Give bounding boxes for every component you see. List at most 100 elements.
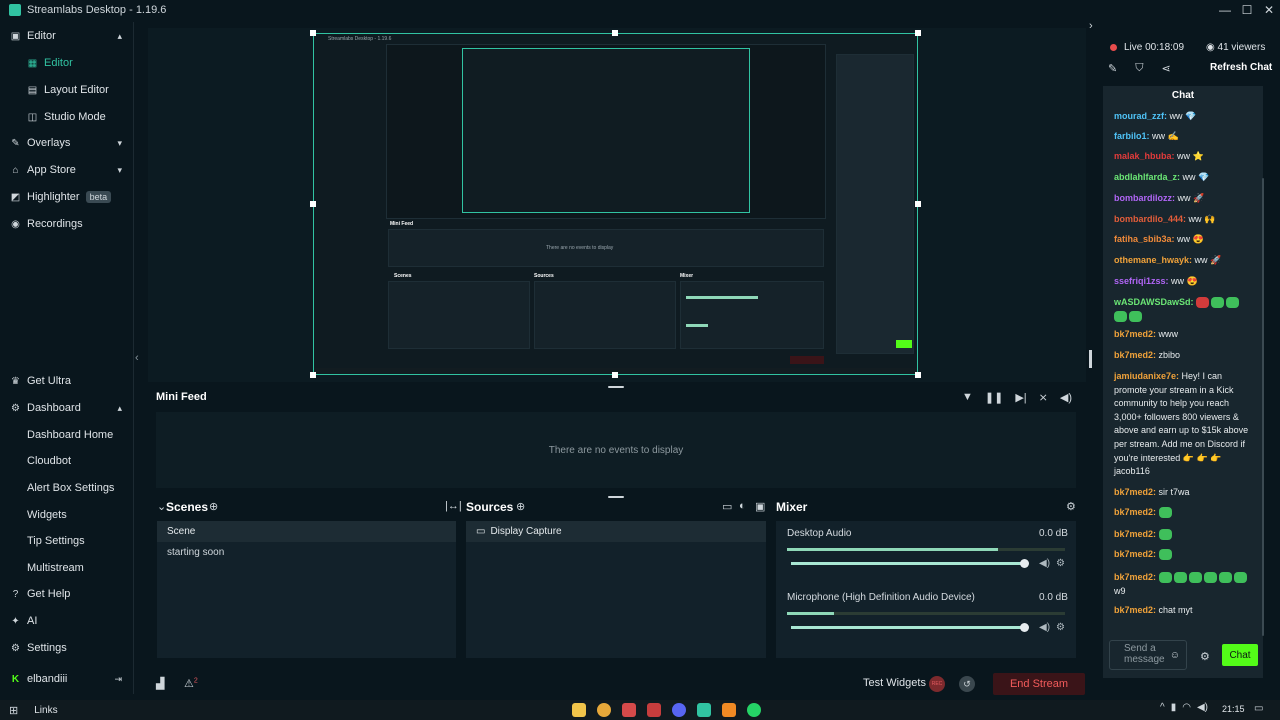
close-button[interactable]: ✕ — [1258, 0, 1280, 20]
chat-username[interactable]: wASDAWSDawSd: — [1114, 297, 1194, 307]
resize-handle-t[interactable] — [612, 30, 618, 36]
source-folder-icon[interactable]: ▣ — [755, 500, 765, 513]
mixer-settings-icon[interactable]: ⚙ — [1066, 500, 1076, 513]
resize-handle-r[interactable] — [915, 201, 921, 207]
resize-handle-tr[interactable] — [915, 30, 921, 36]
capcut-icon[interactable] — [622, 703, 636, 717]
test-widgets-button[interactable]: Test Widgets — [863, 677, 926, 689]
add-source-icon[interactable]: ⊕ — [516, 500, 525, 513]
collapse-scenes-icon[interactable]: ⌄ — [157, 500, 166, 513]
wifi-icon[interactable]: ◠ — [1182, 702, 1191, 713]
chat-username[interactable]: othemane_hwayk: — [1114, 255, 1192, 265]
chat-username[interactable]: bk7med2: — [1114, 605, 1156, 615]
sidebar-item-editor[interactable]: ▦ Editor — [0, 51, 134, 75]
chat-scrollbar[interactable] — [1262, 178, 1264, 636]
desktop-audio-settings-icon[interactable]: ⚙ — [1056, 558, 1065, 569]
sidebar-item-dashboard[interactable]: ⚙ Dashboard ▴ — [0, 396, 134, 420]
sidebar-item-studio-mode[interactable]: ◫ Studio Mode — [0, 105, 134, 129]
resize-handle-tl[interactable] — [310, 30, 316, 36]
scene-collection-header[interactable]: Scene — [157, 521, 456, 542]
source-group-icon[interactable]: ▭ — [722, 500, 732, 513]
sidebar-item-app-store[interactable]: ⌂ App Store ▾ — [0, 158, 134, 182]
chat-username[interactable]: bk7med2: — [1114, 329, 1156, 339]
windows-start-icon[interactable]: ⊞ — [9, 704, 18, 717]
volume-icon[interactable]: ◀) — [1060, 391, 1072, 404]
chat-username[interactable]: bk7med2: — [1114, 529, 1156, 539]
slider-knob[interactable] — [1020, 559, 1029, 568]
skip-icon[interactable]: ▶| — [1015, 391, 1026, 404]
streamlabs-taskbar-icon[interactable] — [697, 703, 711, 717]
scene-transitions-icon[interactable]: |↔| — [445, 500, 462, 512]
display-capture-source[interactable]: Streamlabs Desktop - 1.19.6 Mini Feed Th… — [313, 33, 918, 375]
mute-alerts-icon[interactable]: ⨯ — [1039, 391, 1048, 404]
add-scene-icon[interactable]: ⊕ — [209, 500, 218, 513]
chat-username[interactable]: bk7med2: — [1114, 350, 1156, 360]
resize-handle-bl[interactable] — [310, 372, 316, 378]
volume-tray-icon[interactable]: ◀) — [1197, 702, 1208, 713]
sidebar-item-overlays[interactable]: ✎ Overlays ▾ — [0, 131, 134, 155]
chat-username[interactable]: mourad_zzf: — [1114, 111, 1167, 121]
sidebar-item-get-help[interactable]: ? Get Help — [0, 582, 134, 606]
chat-username[interactable]: bk7med2: — [1114, 572, 1156, 582]
collapse-chat-icon[interactable]: › — [1089, 20, 1093, 32]
battery-icon[interactable]: ▮ — [1171, 702, 1177, 713]
sidebar-item-tip-settings[interactable]: Tip Settings — [0, 529, 134, 553]
sidebar-item-get-ultra[interactable]: ♛ Get Ultra — [0, 369, 134, 393]
desktop-audio-mute-icon[interactable]: ◀) — [1039, 558, 1050, 569]
chat-username[interactable]: abdlahlfarda_z: — [1114, 172, 1180, 182]
logout-icon[interactable]: ⇥ — [114, 674, 122, 685]
sidebar-item-highlighter[interactable]: ◩ Highlighter beta — [0, 185, 134, 209]
filter-icon[interactable]: ▼ — [962, 391, 973, 404]
alert-icon[interactable]: ⚠2 — [184, 677, 198, 690]
slider-knob[interactable] — [1020, 623, 1029, 632]
chat-username[interactable]: bk7med2: — [1114, 507, 1156, 517]
record-button[interactable]: REC — [929, 676, 945, 692]
sidebar-item-editor-group[interactable]: ▣ Editor ▴ — [0, 24, 134, 48]
performance-icon[interactable]: ▟ — [156, 677, 164, 690]
sidebar-item-multistream[interactable]: Multistream — [0, 556, 134, 580]
file-explorer-icon[interactable] — [572, 703, 586, 717]
sidebar-item-settings[interactable]: ⚙ Settings — [0, 636, 134, 660]
microphone-settings-icon[interactable]: ⚙ — [1056, 622, 1065, 633]
sidebar-item-widgets[interactable]: Widgets — [0, 503, 134, 527]
share-icon[interactable]: ⋖ — [1161, 62, 1170, 75]
source-hide-icon[interactable]: ◐ — [739, 500, 746, 512]
desktop-audio-volume-slider[interactable] — [791, 559, 1029, 568]
resize-divider[interactable] — [608, 496, 624, 498]
chat-username[interactable]: malak_hbuba: — [1114, 151, 1175, 161]
sidebar-item-dashboard-home[interactable]: Dashboard Home — [0, 423, 134, 447]
sidebar-item-layout-editor[interactable]: ▤ Layout Editor — [0, 78, 134, 102]
chat-settings-icon[interactable]: ⚙ — [1200, 650, 1210, 663]
microphone-volume-slider[interactable] — [791, 623, 1029, 632]
sidebar-item-account[interactable]: K elbandiii ⇥ — [0, 667, 134, 691]
taskbar-clock[interactable]: 21:15 — [1222, 704, 1245, 714]
chat-send-button[interactable]: Chat — [1222, 644, 1258, 666]
chrome-icon[interactable] — [597, 703, 611, 717]
red-app-icon[interactable] — [647, 703, 661, 717]
sidebar-item-cloudbot[interactable]: Cloudbot — [0, 449, 134, 473]
sidebar-item-alert-box-settings[interactable]: Alert Box Settings — [0, 476, 134, 500]
chat-username[interactable]: ssefriqi1zss: — [1114, 276, 1169, 286]
notifications-icon[interactable]: ▭ — [1254, 703, 1263, 714]
minimize-button[interactable]: — — [1214, 0, 1236, 20]
microphone-mute-icon[interactable]: ◀) — [1039, 622, 1050, 633]
send-message-input[interactable]: Send a message ☺ — [1109, 640, 1187, 670]
emote-picker-icon[interactable]: ☺ — [1170, 650, 1180, 661]
resize-handle-l[interactable] — [310, 201, 316, 207]
scene-item[interactable]: starting soon — [167, 547, 224, 558]
chat-username[interactable]: bombardilozz: — [1114, 193, 1175, 203]
discord-icon[interactable] — [672, 703, 686, 717]
chat-username[interactable]: farbilo1: — [1114, 131, 1150, 141]
refresh-chat-button[interactable]: Refresh Chat — [1210, 62, 1272, 73]
chat-resize-handle[interactable] — [1089, 350, 1092, 368]
replay-buffer-icon[interactable]: ↺ — [959, 676, 975, 692]
sidebar-item-ai[interactable]: ✦ AI — [0, 609, 134, 633]
chat-username[interactable]: bk7med2: — [1114, 487, 1156, 497]
taskbar-links[interactable]: Links — [34, 705, 57, 716]
pin-icon[interactable]: ⛉ — [1135, 62, 1143, 75]
edit-stream-info-icon[interactable]: ✎ — [1108, 62, 1117, 75]
collapse-sidebar-icon[interactable]: ‹ — [135, 352, 139, 364]
end-stream-button[interactable]: End Stream — [993, 673, 1085, 695]
sidebar-item-recordings[interactable]: ◉ Recordings — [0, 212, 134, 236]
tray-arrow-icon[interactable]: ^ — [1160, 702, 1165, 713]
